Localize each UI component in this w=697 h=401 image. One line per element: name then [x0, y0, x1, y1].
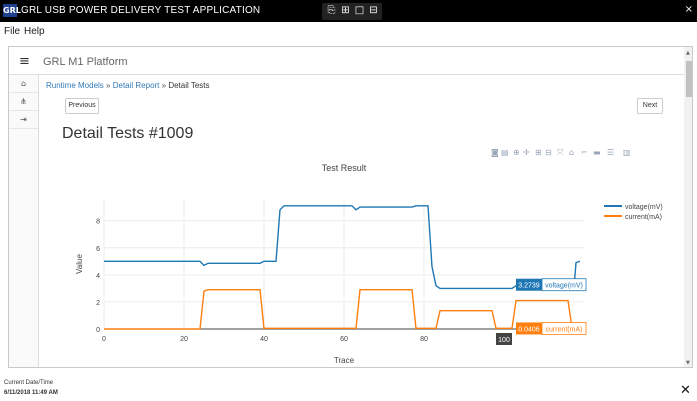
window-toolbar: ⎘ ⊞ □ ⊟: [322, 3, 382, 20]
y-tick-label: 6: [96, 246, 100, 253]
window-title-bar: GRL GRL USB POWER DELIVERY TEST APPLICAT…: [0, 0, 697, 22]
window-icon[interactable]: □: [354, 5, 365, 16]
series-line-0: [104, 205, 581, 290]
breadcrumb-runtime-models[interactable]: Runtime Models: [46, 81, 104, 90]
pin-icon[interactable]: ⊞: [340, 5, 351, 16]
menu-bar: File Help: [0, 22, 697, 40]
y-tick-label: 0: [96, 327, 100, 334]
y-tick-label: 4: [96, 273, 100, 280]
hover-x-label: 100: [498, 337, 510, 344]
legend-label-1: current(mA): [625, 214, 662, 221]
legend-label-0: voltage(mV): [625, 204, 663, 211]
screenshot-icon[interactable]: ⎘: [326, 5, 337, 16]
app-title: GRL USB POWER DELIVERY TEST APPLICATION: [21, 5, 261, 16]
platform-title: GRL M1 Platform: [43, 56, 128, 68]
hover-series-0: voltage(mV): [545, 283, 583, 290]
hamburger-menu-icon[interactable]: ≡: [19, 54, 30, 69]
top-nav-bar: ≡ GRL M1 Platform: [9, 47, 684, 75]
sidebar: ⌂ ⋔ ⇥: [9, 75, 39, 367]
x-tick-label: 0: [102, 336, 106, 343]
previous-button[interactable]: Previous: [65, 98, 99, 114]
menu-file[interactable]: File: [4, 26, 20, 37]
x-axis-title: Trace: [334, 356, 355, 365]
vertical-scrollbar[interactable]: ▲ ▼: [684, 47, 692, 367]
content-frame: ≡ GRL M1 Platform ⌂ ⋔ ⇥ Runtime Models »…: [8, 46, 693, 368]
next-button[interactable]: Next: [637, 98, 663, 114]
app-logo: GRL: [3, 4, 21, 17]
x-tick-label: 20: [180, 336, 188, 343]
chart-title: Test Result: [322, 163, 367, 173]
hover-value-0: 3.2739: [518, 283, 540, 290]
sitemap-icon[interactable]: ⋔: [9, 93, 38, 111]
breadcrumb-separator: »: [103, 81, 113, 90]
close-icon[interactable]: ✕: [680, 383, 691, 398]
series-line-1: [104, 289, 580, 330]
scroll-up-icon[interactable]: ▲: [686, 50, 690, 56]
breadcrumb-detail-report[interactable]: Detail Report: [113, 81, 160, 90]
y-tick-label: 8: [96, 219, 100, 226]
sign-out-icon[interactable]: ⇥: [9, 111, 38, 129]
breadcrumb-current: Detail Tests: [168, 81, 210, 90]
tile-icon[interactable]: ⊟: [368, 5, 379, 16]
y-tick-label: 2: [96, 300, 100, 307]
current-datetime-label: Current Date/Time: [4, 380, 54, 386]
breadcrumb-separator: »: [159, 81, 169, 90]
hover-value-1: 0.0406: [518, 326, 540, 333]
scroll-down-icon[interactable]: ▼: [686, 360, 690, 366]
scrollbar-thumb[interactable]: [686, 61, 692, 97]
page-title: Detail Tests #1009: [62, 125, 194, 142]
current-datetime-value: 6/11/2018 11:49 AM: [4, 390, 58, 396]
window-close-button[interactable]: ×: [685, 4, 693, 15]
breadcrumb: Runtime Models » Detail Report » Detail …: [46, 81, 210, 90]
x-tick-label: 60: [340, 336, 348, 343]
test-result-chart: 024680 20 40 60 80Test ResultTraceValuevolta…: [75, 163, 663, 365]
x-tick-label: 80: [420, 336, 428, 343]
home-icon[interactable]: ⌂: [9, 75, 38, 93]
x-tick-label: 40: [260, 336, 268, 343]
y-axis-title: Value: [75, 254, 84, 274]
hover-series-1: current(mA): [546, 326, 583, 333]
menu-help[interactable]: Help: [24, 26, 45, 37]
